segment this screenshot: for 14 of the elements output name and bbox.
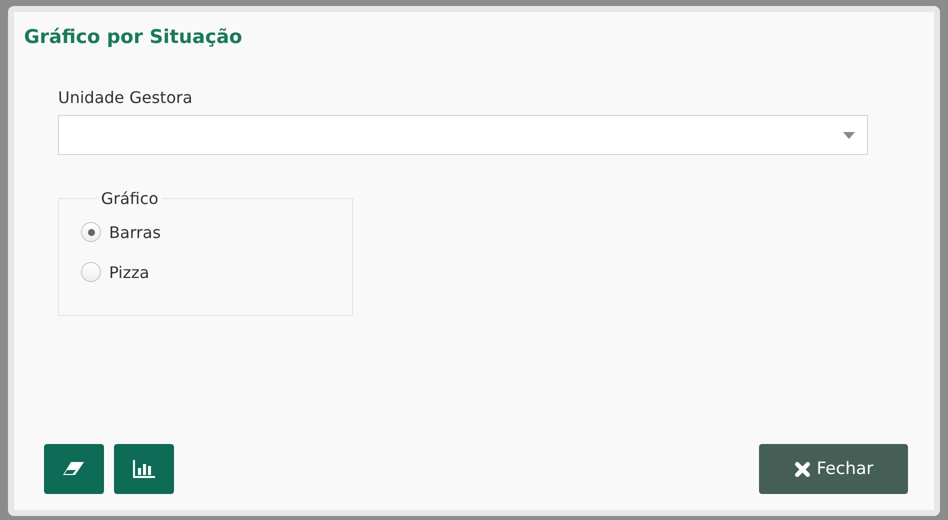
bar-chart-icon: [132, 459, 156, 479]
clear-button[interactable]: [44, 444, 104, 494]
eraser-icon: [62, 460, 86, 478]
close-icon: [794, 460, 811, 478]
dialog-title: Gráfico por Situação: [23, 25, 244, 48]
field-label: Unidade Gestora: [58, 88, 192, 107]
chart-button[interactable]: [114, 444, 174, 494]
caret-icon: [843, 132, 855, 138]
group-legend: Gráfico: [97, 189, 162, 208]
radio-button[interactable]: [81, 222, 101, 242]
radio-label: Barras: [109, 222, 161, 242]
close-button[interactable]: Fechar: [759, 444, 908, 494]
radio-label: Pizza: [109, 262, 150, 282]
radio-button[interactable]: [81, 262, 101, 282]
